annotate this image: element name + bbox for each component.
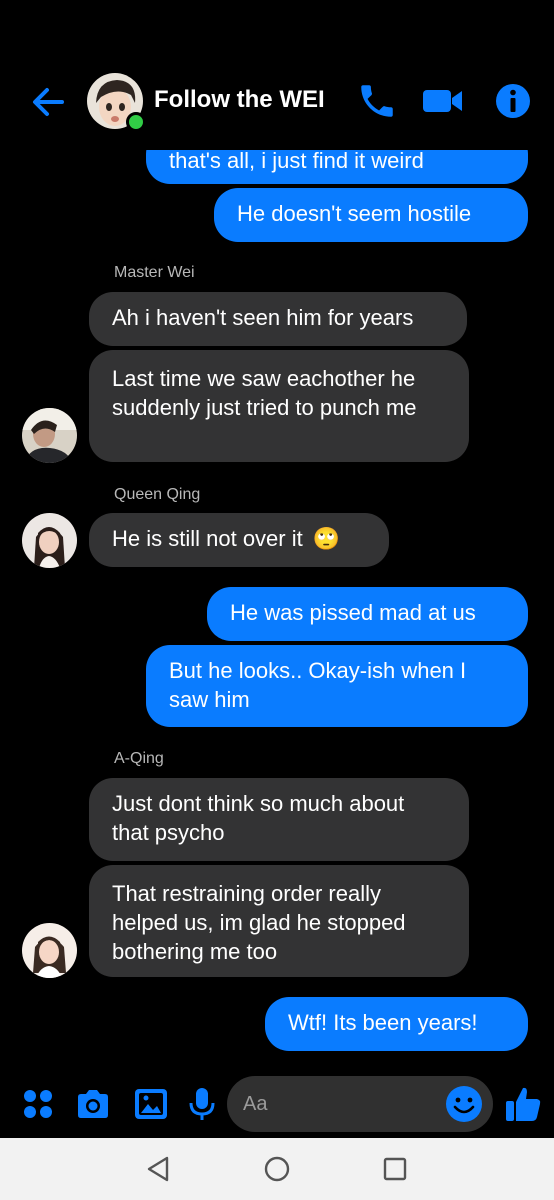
back-arrow-icon bbox=[33, 88, 64, 116]
camera-button[interactable] bbox=[75, 1086, 111, 1122]
nav-recents-button[interactable] bbox=[380, 1154, 410, 1184]
message-bubble[interactable]: Last time we saw eachother he suddenly j… bbox=[89, 350, 469, 462]
avatar-queen-qing[interactable] bbox=[22, 513, 77, 568]
message-bubble[interactable]: That restraining order really helped us,… bbox=[89, 865, 469, 977]
message-bubble[interactable]: But he looks.. Okay-ish when I saw him bbox=[146, 645, 528, 727]
message-input-field[interactable] bbox=[227, 1076, 493, 1132]
conversation-title[interactable]: Follow the WEI bbox=[154, 86, 325, 114]
call-button[interactable] bbox=[356, 80, 398, 122]
avatar-a-qing[interactable] bbox=[22, 923, 77, 978]
message-bubble[interactable]: Just dont think so much about that psych… bbox=[89, 778, 469, 861]
message-text: He was pissed mad at us bbox=[230, 600, 476, 625]
message-text: Last time we saw eachother he suddenly j… bbox=[112, 366, 417, 420]
message-bubble[interactable]: Wtf! Its been years! bbox=[265, 997, 528, 1051]
emoji-button[interactable] bbox=[445, 1085, 483, 1123]
gallery-icon bbox=[135, 1089, 167, 1119]
message-bubble[interactable]: He was pissed mad at us bbox=[207, 587, 528, 641]
nav-back-button[interactable] bbox=[143, 1154, 173, 1184]
like-button[interactable] bbox=[504, 1084, 544, 1124]
message-text: Wtf! Its been years! bbox=[288, 1010, 478, 1035]
message-bubble[interactable]: He is still not over it 🙄 bbox=[89, 513, 389, 567]
conversation-avatar[interactable] bbox=[87, 73, 146, 132]
microphone-icon bbox=[189, 1088, 215, 1120]
nav-back-icon bbox=[147, 1156, 169, 1182]
message-input[interactable] bbox=[243, 1076, 443, 1132]
message-composer bbox=[0, 1070, 554, 1138]
nav-home-button[interactable] bbox=[262, 1154, 292, 1184]
info-icon bbox=[496, 84, 530, 118]
emoji-icon bbox=[446, 1086, 482, 1122]
sender-name: A-Qing bbox=[114, 750, 164, 767]
apps-button[interactable] bbox=[20, 1086, 56, 1122]
message-text: That restraining order really helped us,… bbox=[112, 881, 406, 964]
sender-name: Queen Qing bbox=[114, 486, 201, 503]
message-text: He is still not over it bbox=[112, 526, 303, 551]
message-text: Just dont think so much about that psych… bbox=[112, 791, 405, 845]
nav-recents-icon bbox=[383, 1157, 407, 1181]
camera-icon bbox=[78, 1090, 108, 1118]
voice-button[interactable] bbox=[186, 1086, 222, 1122]
message-text: that's all, i just find it weird bbox=[169, 148, 424, 173]
gallery-button[interactable] bbox=[133, 1086, 169, 1122]
chat-header: Follow the WEI bbox=[0, 0, 554, 150]
message-bubble[interactable]: He doesn't seem hostile bbox=[214, 188, 528, 242]
video-camera-icon bbox=[423, 90, 462, 112]
nav-home-icon bbox=[264, 1156, 290, 1182]
message-bubble[interactable]: Ah i haven't seen him for years bbox=[89, 292, 467, 346]
message-list[interactable]: that's all, i just find it weird He does… bbox=[0, 0, 554, 1070]
system-navigation-bar bbox=[0, 1138, 554, 1200]
thumbs-up-icon bbox=[506, 1087, 541, 1121]
info-button[interactable] bbox=[492, 80, 534, 122]
back-button[interactable] bbox=[28, 82, 68, 122]
message-text: Ah i haven't seen him for years bbox=[112, 305, 414, 330]
message-text: But he looks.. Okay-ish when I saw him bbox=[169, 658, 467, 712]
avatar-master-wei[interactable] bbox=[22, 408, 77, 463]
sender-name: Master Wei bbox=[114, 264, 195, 281]
phone-icon bbox=[361, 85, 393, 117]
online-status-indicator bbox=[126, 112, 146, 132]
apps-icon bbox=[24, 1090, 52, 1118]
eye-roll-emoji: 🙄 bbox=[312, 526, 341, 551]
video-call-button[interactable] bbox=[421, 80, 463, 122]
message-text: He doesn't seem hostile bbox=[237, 201, 472, 226]
